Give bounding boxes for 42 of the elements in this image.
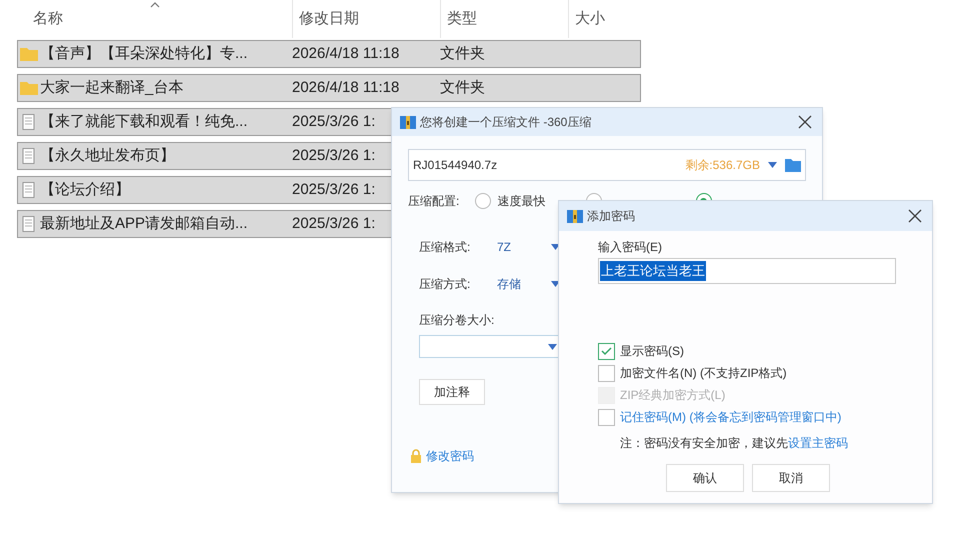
setting-value[interactable]: 7Z — [497, 238, 551, 256]
setting-label: 压缩方式: — [419, 276, 472, 293]
modified-date: 2026/4/18 11:18 — [292, 78, 400, 98]
column-header[interactable]: 类型 — [447, 8, 477, 30]
file-name: 【永久地址发布页】 — [40, 146, 175, 166]
dialog-button[interactable]: 取消 — [752, 464, 830, 492]
dialog-button[interactable]: 确认 — [666, 464, 744, 492]
setting-value[interactable]: 存储 — [497, 275, 551, 293]
comment-button[interactable]: 加注释 — [419, 379, 485, 405]
modified-date: 2025/3/26 1: — [292, 214, 376, 234]
checkbox-label: 加密文件名(N) (不支持ZIP格式) — [620, 365, 787, 382]
volume-size-label: 压缩分卷大小: — [419, 312, 496, 329]
setting-label: 压缩格式: — [419, 239, 472, 256]
note-text: 注：密码没有安全加密，建议先 — [620, 435, 788, 452]
modified-date: 2025/3/26 1: — [292, 146, 376, 166]
password-label: 输入密码(E) — [598, 239, 663, 256]
window-title: 您将创建一个压缩文件 -360压缩 — [420, 114, 592, 131]
modified-date: 2026/4/18 11:18 — [292, 44, 400, 64]
checkbox-label: 记住密码(M) (将会备忘到密码管理窗口中) — [620, 409, 842, 426]
password-text: 上老王论坛当老王 — [600, 261, 706, 281]
modified-date: 2025/3/26 1: — [292, 180, 376, 200]
column-header[interactable]: 名称 — [33, 8, 63, 30]
modified-date: 2025/3/26 1: — [292, 112, 376, 132]
checkbox-label: ZIP经典加密方式(L) — [620, 387, 726, 404]
password-field[interactable]: 上老王论坛当老王 — [598, 258, 896, 284]
file-name: 【音声】【耳朵深处特化】专... — [40, 44, 248, 64]
file-name: 大家一起来翻译_台本 — [40, 78, 184, 98]
column-header[interactable]: 大小 — [575, 8, 605, 30]
checkbox-label: 显示密码(S) — [620, 343, 684, 360]
window-title: 添加密码 — [587, 208, 636, 225]
file-name: 【论坛介绍】 — [40, 180, 130, 200]
set-master-password-link[interactable]: 设置主密码 — [788, 434, 848, 452]
column-header[interactable]: 修改日期 — [299, 8, 359, 30]
file-name: 【来了就能下载和观看！纯免... — [40, 112, 248, 132]
file-row[interactable]: 大家一起来翻译_台本 2026/4/18 11:18 文件夹 — [17, 74, 641, 102]
file-type: 文件夹 — [440, 78, 485, 98]
file-type: 文件夹 — [440, 44, 485, 64]
free-space: 剩余:536.7GB — [685, 157, 760, 174]
filename-field[interactable]: RJ01544940.7z 剩余:536.7GB — [408, 149, 806, 181]
file-row[interactable]: 【音声】【耳朵深处特化】专... 2026/4/18 11:18 文件夹 — [17, 40, 641, 68]
file-name: 最新地址及APP请发邮箱自动... — [40, 214, 248, 234]
change-password-link[interactable]: 修改密码 — [426, 447, 474, 465]
